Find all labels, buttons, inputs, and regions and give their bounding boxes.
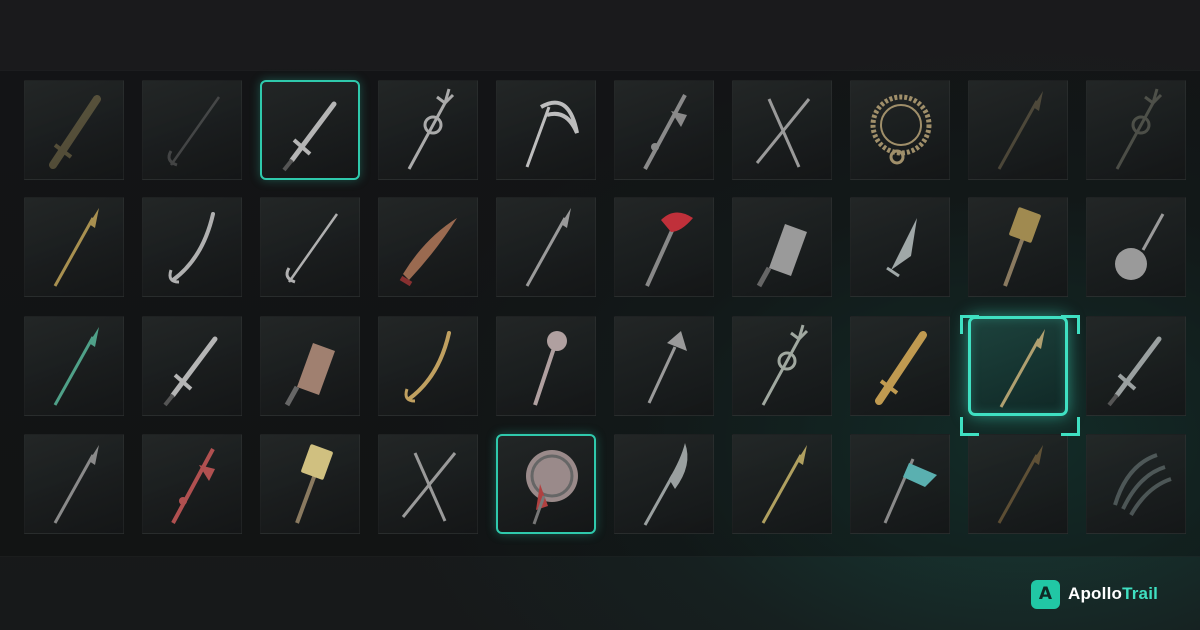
dagger-icon [886, 218, 917, 278]
chakram-icon [870, 94, 932, 165]
inventory-slot[interactable] [24, 197, 124, 297]
inventory-slot[interactable] [614, 80, 714, 180]
inventory-slot[interactable] [614, 316, 714, 416]
inventory-slot[interactable] [850, 80, 950, 180]
inventory-slot[interactable] [1086, 197, 1186, 297]
cursor-corner-bl [960, 417, 979, 436]
inventory-slot[interactable] [24, 316, 124, 416]
logo-word-2: Trail [1122, 584, 1159, 603]
halberd-icon [171, 448, 215, 524]
shield-mace-icon [526, 450, 578, 525]
inventory-slot[interactable] [260, 434, 360, 534]
trident-icon [1115, 88, 1163, 170]
sword-icon [282, 101, 337, 172]
cursor-corner-tr [1061, 315, 1080, 334]
trident-icon [407, 88, 455, 170]
sabre-icon [168, 212, 215, 284]
spear-icon [525, 208, 571, 287]
inventory-slot[interactable] [142, 434, 242, 534]
inventory-slot[interactable] [850, 197, 950, 297]
logo-wordmark: ApolloTrail [1068, 584, 1158, 604]
spear-icon [53, 445, 99, 524]
spear-icon [997, 91, 1043, 170]
inventory-slot[interactable] [378, 316, 478, 416]
inventory-slot[interactable] [378, 434, 478, 534]
claw-icon [1113, 453, 1172, 516]
cursor-corner-br [1061, 417, 1080, 436]
inventory-slot[interactable] [614, 434, 714, 534]
inventory-slot[interactable] [968, 434, 1068, 534]
inventory-slot[interactable] [378, 197, 478, 297]
inventory-slot[interactable] [496, 197, 596, 297]
halberd-icon [643, 94, 687, 170]
selection-cursor [960, 315, 1080, 436]
inventory-slot[interactable] [142, 316, 242, 416]
trident-icon [761, 324, 809, 406]
crossed-swords-icon [755, 98, 811, 168]
inventory-slot[interactable] [496, 434, 596, 534]
rapier-icon [167, 96, 221, 167]
greatsword-icon [49, 95, 101, 169]
hammer-icon [1003, 207, 1041, 287]
mace-icon [533, 331, 567, 406]
flail-icon [1115, 213, 1165, 280]
spear-icon [761, 445, 807, 524]
inventory-slot[interactable] [24, 80, 124, 180]
glaive-icon [643, 443, 688, 526]
rapier-icon [285, 213, 339, 284]
inventory-slot[interactable] [732, 197, 832, 297]
inventory-slot[interactable] [732, 80, 832, 180]
inventory-slot[interactable] [1086, 434, 1186, 534]
cleaver-icon [284, 343, 335, 407]
spear-icon [53, 327, 99, 406]
inventory-slot[interactable] [968, 197, 1068, 297]
inventory-slot[interactable] [850, 434, 950, 534]
cleaver-icon [756, 224, 807, 288]
banner-spear-icon [883, 458, 937, 524]
inventory-slot[interactable] [1086, 316, 1186, 416]
inventory-slot[interactable] [378, 80, 478, 180]
inventory-slot[interactable] [732, 316, 832, 416]
greatsword-icon [875, 331, 927, 405]
scythe-icon [525, 100, 579, 168]
inventory-slot[interactable] [850, 316, 950, 416]
inventory-slot[interactable] [1086, 80, 1186, 180]
inventory-slot[interactable] [732, 434, 832, 534]
inventory-slot[interactable] [968, 80, 1068, 180]
logo-word-1: Apollo [1068, 584, 1123, 603]
spear-icon [53, 208, 99, 287]
inventory-slot[interactable] [496, 80, 596, 180]
inventory-slot[interactable] [260, 80, 360, 180]
inventory-slot[interactable] [496, 316, 596, 416]
inventory-slot[interactable] [142, 197, 242, 297]
inventory-slot[interactable] [24, 434, 124, 534]
axe-icon [645, 212, 693, 287]
kukri-icon [399, 218, 457, 287]
sword-icon [163, 336, 218, 407]
sword-icon [1107, 336, 1162, 407]
cursor-corner-tl [960, 315, 979, 334]
crossed-swords-icon [401, 452, 457, 522]
hammer-icon [295, 444, 333, 524]
inventory-slot[interactable] [142, 80, 242, 180]
logo-mark-icon: A [1031, 579, 1060, 609]
inventory-slot[interactable] [260, 197, 360, 297]
inventory-slot[interactable] [614, 197, 714, 297]
spear-icon [997, 445, 1043, 524]
inventory-slot[interactable] [260, 316, 360, 416]
shovel-icon [647, 331, 687, 404]
apollotrail-logo: A ApolloTrail [1031, 579, 1158, 609]
sabre-icon [404, 331, 451, 403]
